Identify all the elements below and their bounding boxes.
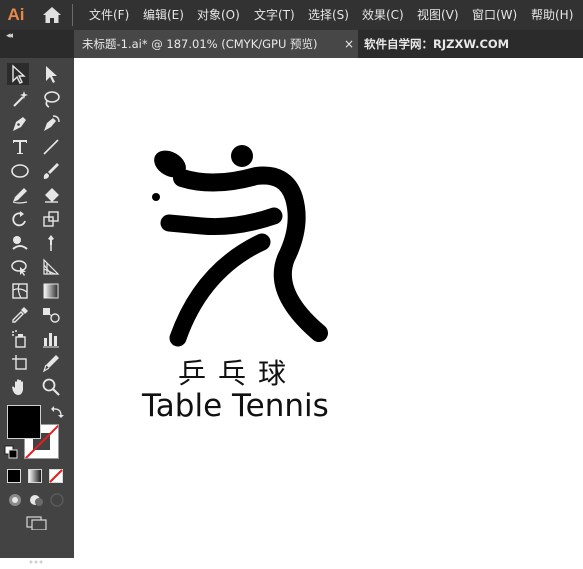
app-logo: Ai bbox=[7, 5, 25, 24]
menu-bar: Ai 文件(F) 编辑(E) 对象(O) 文字(T) 选择(S) 效果(C) 视… bbox=[0, 0, 583, 30]
type-tool-icon[interactable] bbox=[9, 136, 31, 158]
tools-panel bbox=[0, 58, 74, 564]
lasso-tool-icon[interactable] bbox=[40, 88, 62, 110]
close-tab-icon[interactable]: × bbox=[344, 30, 354, 58]
draw-inside-icon[interactable] bbox=[50, 492, 64, 507]
selection-tool-icon[interactable] bbox=[7, 63, 29, 85]
menu-divider bbox=[72, 4, 73, 26]
menu-window[interactable]: 窗口(W) bbox=[472, 0, 517, 30]
column-graph-tool-icon[interactable] bbox=[40, 328, 62, 350]
ellipse-tool-icon[interactable] bbox=[9, 160, 31, 182]
symbol-sprayer-tool-icon[interactable] bbox=[9, 328, 31, 350]
eraser-tool-icon[interactable] bbox=[40, 184, 62, 206]
perspective-grid-tool-icon[interactable] bbox=[40, 256, 62, 278]
artboard-canvas[interactable]: 乒乓球 Table Tennis bbox=[74, 58, 583, 558]
menu-object[interactable]: 对象(O) bbox=[197, 0, 240, 30]
watermark-text: 软件自学网：RJZXW.COM bbox=[364, 37, 510, 51]
mesh-tool-icon[interactable] bbox=[9, 280, 31, 302]
default-fill-stroke-icon[interactable] bbox=[4, 444, 18, 459]
none-mode-icon[interactable] bbox=[49, 468, 63, 483]
menu-effect[interactable]: 效果(C) bbox=[362, 0, 404, 30]
warp-tool-icon[interactable] bbox=[9, 232, 31, 254]
artboard-tool-icon[interactable] bbox=[9, 352, 31, 374]
zoom-tool-icon[interactable] bbox=[40, 376, 62, 398]
color-mode-icon[interactable] bbox=[7, 468, 21, 483]
menu-edit[interactable]: 编辑(E) bbox=[143, 0, 184, 30]
rotate-tool-icon[interactable] bbox=[9, 208, 31, 230]
screen-mode-icon[interactable] bbox=[26, 515, 48, 531]
curvature-tool-icon[interactable] bbox=[40, 112, 62, 134]
draw-behind-icon[interactable] bbox=[29, 492, 43, 506]
line-tool-icon[interactable] bbox=[40, 136, 62, 158]
draw-normal-icon[interactable] bbox=[8, 492, 22, 506]
slice-tool-icon[interactable] bbox=[40, 352, 62, 374]
puppet-warp-tool-icon[interactable] bbox=[40, 232, 62, 254]
free-transform-tool-icon[interactable] bbox=[9, 256, 31, 278]
more-tools-icon[interactable] bbox=[26, 550, 46, 564]
shaper-tool-icon[interactable] bbox=[9, 184, 31, 206]
document-tab-bar: ◂◂ 未标题-1.ai* @ 187.01% (CMYK/GPU 预览) × 软… bbox=[0, 30, 583, 58]
document-tab-title: 未标题-1.ai* @ 187.01% (CMYK/GPU 预览) bbox=[82, 37, 318, 51]
home-icon[interactable] bbox=[42, 6, 62, 24]
menu-file[interactable]: 文件(F) bbox=[89, 0, 129, 30]
direct-selection-tool-icon[interactable] bbox=[40, 63, 62, 85]
scale-tool-icon[interactable] bbox=[40, 208, 62, 230]
hand-tool-icon[interactable] bbox=[9, 376, 31, 398]
pen-tool-icon[interactable] bbox=[9, 112, 31, 134]
menu-view[interactable]: 视图(V) bbox=[417, 0, 459, 30]
document-tab[interactable]: 未标题-1.ai* @ 187.01% (CMYK/GPU 预览) × bbox=[74, 30, 358, 58]
table-tennis-pictogram[interactable] bbox=[74, 58, 583, 558]
paintbrush-tool-icon[interactable] bbox=[40, 160, 62, 182]
gradient-mode-icon[interactable] bbox=[28, 468, 42, 483]
eyedropper-tool-icon[interactable] bbox=[9, 304, 31, 326]
gradient-tool-icon[interactable] bbox=[40, 280, 62, 302]
menu-help[interactable]: 帮助(H) bbox=[531, 0, 573, 30]
collapse-toolbar-icon[interactable]: ◂◂ bbox=[6, 31, 13, 41]
menu-select[interactable]: 选择(S) bbox=[308, 0, 349, 30]
magic-wand-tool-icon[interactable] bbox=[9, 88, 31, 110]
fill-color-swatch[interactable] bbox=[7, 405, 41, 439]
menu-type[interactable]: 文字(T) bbox=[254, 0, 295, 30]
blend-tool-icon[interactable] bbox=[40, 304, 62, 326]
english-label[interactable]: Table Tennis bbox=[142, 388, 329, 424]
chinese-label[interactable]: 乒乓球 bbox=[178, 352, 298, 392]
swap-fill-stroke-icon[interactable] bbox=[50, 404, 64, 418]
